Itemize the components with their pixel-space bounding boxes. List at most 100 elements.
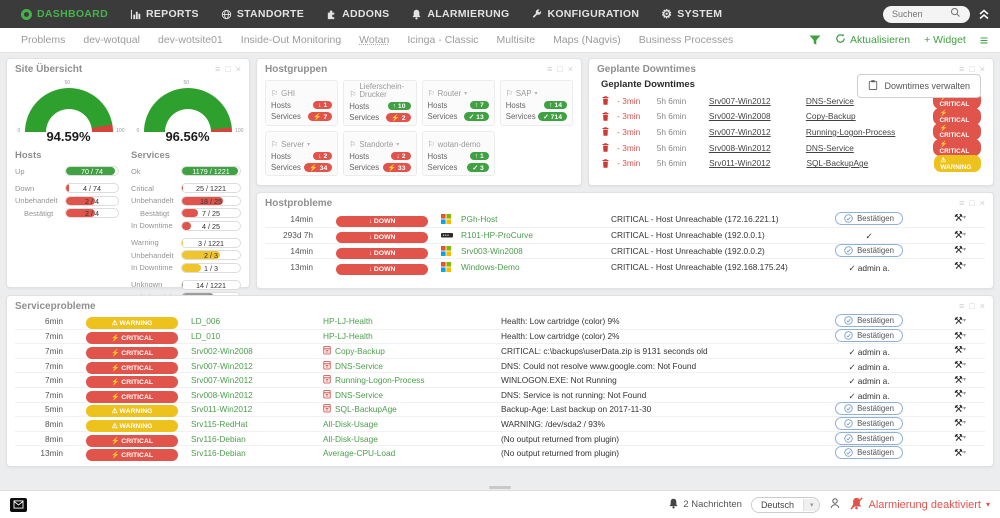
panel-close-icon[interactable]: ×	[980, 65, 985, 74]
service-link[interactable]: Copy-Backup	[806, 111, 856, 121]
service-actions-menu[interactable]: ⚒▾	[935, 389, 985, 400]
host-link[interactable]: Srv116-Debian	[191, 434, 323, 444]
service-link[interactable]: SQL-BackupAge	[335, 404, 397, 414]
panel-close-icon[interactable]: ×	[236, 65, 241, 74]
services-count-badge[interactable]: ⚡ 2	[386, 113, 410, 122]
acknowledge-button[interactable]: Bestätigen	[835, 432, 903, 445]
host-actions-menu[interactable]: ⚒▾	[935, 230, 985, 241]
service-link[interactable]: DNS-Service	[335, 361, 383, 371]
service-actions-menu[interactable]: ⚒▾	[935, 316, 985, 327]
tab-business-processes[interactable]: Business Processes	[630, 34, 743, 46]
panel-close-icon[interactable]: ×	[568, 65, 573, 74]
host-link[interactable]: Srv116-Debian	[191, 448, 323, 458]
nav-konfiguration[interactable]: KONFIGURATION	[520, 0, 650, 28]
host-link[interactable]: PGh-Host	[461, 214, 611, 224]
service-link[interactable]: DNS-Service	[806, 143, 854, 153]
service-actions-menu[interactable]: ⚒▾	[935, 448, 985, 459]
nav-dashboard[interactable]: DASHBOARD	[10, 0, 119, 28]
stat-bar[interactable]: 2 / 3	[181, 250, 241, 260]
host-link[interactable]: Srv011-Win2012	[191, 404, 323, 414]
hosts-count-badge[interactable]: ↓ 2	[391, 152, 410, 160]
stat-bar[interactable]: 2 / 4	[65, 196, 119, 206]
service-actions-menu[interactable]: ⚒▾	[935, 331, 985, 342]
stat-bar[interactable]: 1179 / 1221	[181, 166, 241, 176]
host-link[interactable]: LD_006	[191, 316, 323, 326]
tab-maps-nagvis[interactable]: Maps (Nagvis)	[544, 34, 630, 46]
stat-bar[interactable]: 25 / 1221	[181, 183, 241, 193]
acknowledge-button[interactable]: Bestätigen	[835, 244, 903, 257]
hostgroup-name[interactable]: ⚐Router▾	[428, 83, 489, 98]
refresh-button[interactable]: Aktualisieren	[835, 33, 910, 47]
services-count-badge[interactable]: ✓ 13	[464, 112, 489, 121]
manage-downtimes-button[interactable]: Downtimes verwalten	[857, 74, 981, 98]
footer-collapse-handle[interactable]	[489, 486, 511, 489]
tab-wotan[interactable]: Wotan	[350, 34, 398, 46]
nav-addons[interactable]: ADDONS	[315, 0, 400, 28]
nav-system[interactable]: ⚙ SYSTEM	[650, 0, 733, 28]
stat-bar[interactable]: 4 / 74	[65, 183, 119, 193]
hostgroup-name[interactable]: ⚐GHI	[271, 83, 332, 98]
stat-bar[interactable]: 4 / 25	[181, 221, 241, 231]
service-link[interactable]: DNS-Service	[806, 96, 854, 106]
filter-icon[interactable]	[809, 35, 821, 46]
host-link[interactable]: Srv008-Win2012	[191, 390, 323, 400]
tab-multisite[interactable]: Multisite	[488, 34, 545, 46]
panel-expand-icon[interactable]: □	[969, 302, 974, 311]
stat-bar[interactable]: 70 / 74	[65, 166, 119, 176]
search-icon[interactable]	[950, 5, 961, 23]
host-link[interactable]: Srv007-Win2012	[191, 361, 323, 371]
host-link[interactable]: Srv002-Win2008	[709, 111, 771, 121]
messages-icon[interactable]	[10, 498, 27, 512]
hostgroup-name[interactable]: ⚐Lieferschein-Drucker	[349, 83, 410, 99]
nav-alarmierung[interactable]: ALARMIERUNG	[400, 0, 520, 28]
service-link[interactable]: All-Disk-Usage	[323, 419, 378, 429]
service-link[interactable]: HP-LJ-Health	[323, 316, 373, 326]
language-select[interactable]: Deutsch ▾	[751, 497, 821, 513]
acknowledge-button[interactable]: Bestätigen	[835, 402, 903, 415]
service-link[interactable]: HP-LJ-Health	[323, 331, 373, 341]
services-count-badge[interactable]: ⚡ 33	[383, 163, 411, 172]
service-link[interactable]: SQL-BackupAge	[806, 158, 868, 168]
panel-menu-icon[interactable]: ≡	[959, 199, 964, 208]
service-link[interactable]: All-Disk-Usage	[323, 434, 378, 444]
service-link[interactable]: Average-CPU-Load	[323, 448, 395, 458]
panel-menu-icon[interactable]: ≡	[215, 65, 220, 74]
panel-expand-icon[interactable]: □	[969, 65, 974, 74]
service-link[interactable]: DNS-Service	[335, 390, 383, 400]
delete-downtime-icon[interactable]	[601, 95, 617, 106]
host-actions-menu[interactable]: ⚒▾	[935, 245, 985, 256]
acknowledge-button[interactable]: Bestätigen	[835, 329, 903, 342]
tab-inside-out-monitoring[interactable]: Inside-Out Monitoring	[232, 34, 350, 46]
collapse-header-icon[interactable]	[978, 8, 990, 20]
tab-dev-wotqual[interactable]: dev-wotqual	[74, 34, 149, 46]
service-link[interactable]: Running-Logon-Process	[335, 375, 424, 385]
panel-expand-icon[interactable]: □	[969, 199, 974, 208]
add-widget-button[interactable]: + Widget	[924, 34, 966, 46]
host-link[interactable]: Srv007-Win2012	[191, 375, 323, 385]
tab-icinga-classic[interactable]: Icinga - Classic	[398, 34, 487, 46]
user-icon[interactable]	[829, 496, 841, 514]
nav-standorte[interactable]: STANDORTE	[210, 0, 315, 28]
hostgroup-name[interactable]: ⚐Standorte▾	[349, 134, 410, 149]
host-actions-menu[interactable]: ⚒▾	[935, 213, 985, 224]
tab-problems[interactable]: Problems	[12, 34, 74, 46]
host-link[interactable]: LD_010	[191, 331, 323, 341]
menu-icon[interactable]: ≡	[980, 35, 988, 45]
panel-expand-icon[interactable]: □	[557, 65, 562, 74]
service-link[interactable]: Copy-Backup	[335, 346, 385, 356]
service-link[interactable]: Running-Logon-Process	[806, 127, 895, 137]
delete-downtime-icon[interactable]	[601, 111, 617, 122]
services-count-badge[interactable]: ⚡ 7	[308, 112, 332, 121]
panel-close-icon[interactable]: ×	[980, 199, 985, 208]
acknowledge-button[interactable]: Bestätigen	[835, 446, 903, 459]
panel-menu-icon[interactable]: ≡	[547, 65, 552, 74]
host-link[interactable]: Srv002-Win2008	[191, 346, 323, 356]
hosts-count-badge[interactable]: ↑ 14	[544, 101, 567, 109]
host-link[interactable]: Windows-Demo	[461, 262, 611, 272]
acknowledge-button[interactable]: Bestätigen	[835, 212, 903, 225]
services-count-badge[interactable]: ✓ 3	[467, 163, 488, 172]
alerting-disabled-toggle[interactable]: Alarmierung deaktiviert ▾	[850, 497, 990, 513]
host-link[interactable]: Srv115-RedHat	[191, 419, 323, 429]
host-link[interactable]: Srv011-Win2012	[709, 158, 770, 168]
stat-bar[interactable]: 2 / 4	[65, 208, 119, 218]
